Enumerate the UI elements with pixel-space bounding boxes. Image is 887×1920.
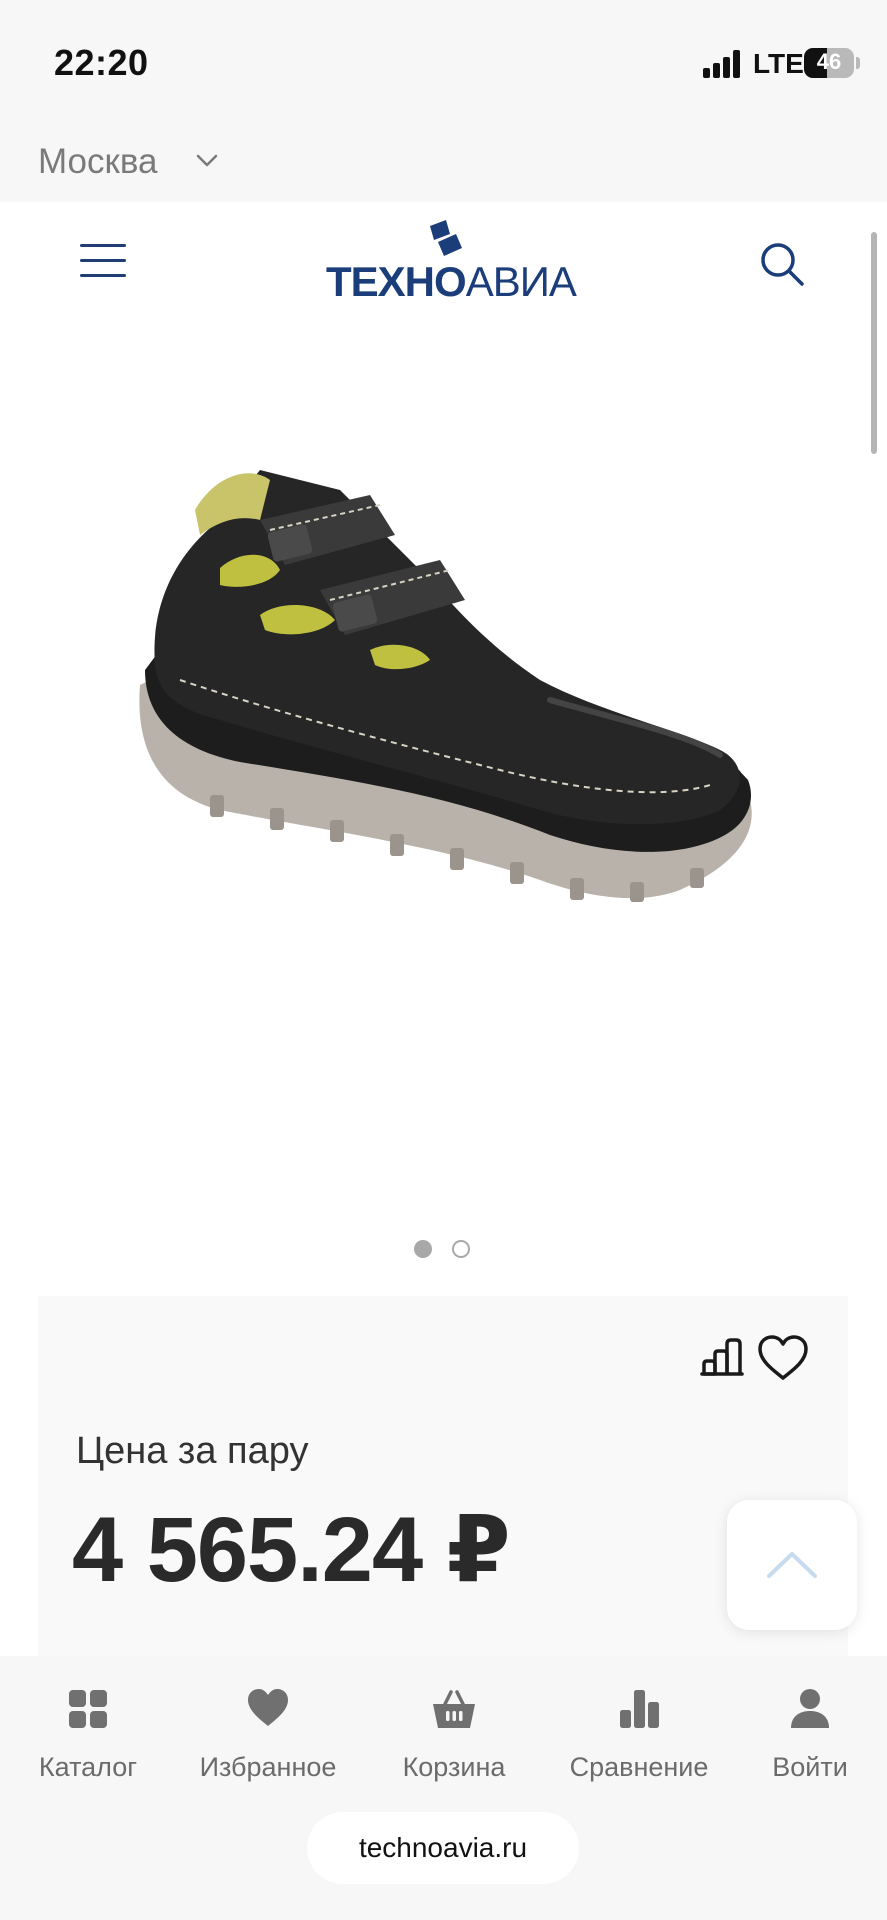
basket-icon xyxy=(433,1690,475,1728)
chevron-down-icon[interactable] xyxy=(196,154,218,168)
status-bar: 22:20 LTE 46 xyxy=(0,0,887,120)
logo-text-bold: ТЕХНО xyxy=(326,258,467,305)
search-icon[interactable] xyxy=(758,240,806,288)
nav-item-cart[interactable]: Корзина xyxy=(396,1686,512,1783)
cellular-signal-icon xyxy=(703,50,740,78)
gallery-dot-1[interactable] xyxy=(414,1240,432,1258)
chevron-up-icon xyxy=(767,1552,817,1578)
browser-url-bar[interactable]: technoavia.ru xyxy=(307,1812,579,1884)
gallery-pagination xyxy=(414,1240,474,1260)
site-logo[interactable]: ТЕХНОАВИА xyxy=(326,220,577,305)
user-icon xyxy=(791,1689,829,1728)
network-type: LTE xyxy=(753,48,804,79)
nav-item-catalog[interactable]: Каталог xyxy=(36,1686,140,1783)
nav-item-login[interactable]: Войти xyxy=(768,1686,852,1783)
logo-text-regular: АВИА xyxy=(465,258,577,305)
compare-icon[interactable] xyxy=(698,1334,752,1384)
heart-icon xyxy=(248,1689,288,1726)
price-label: Цена за пару xyxy=(76,1430,309,1472)
catalog-grid-icon xyxy=(69,1690,107,1728)
logo-mark-icon xyxy=(430,220,462,256)
bottom-navigation: Каталог Избранное Корзина Сравнение Войт… xyxy=(0,1656,887,1920)
nav-item-compare[interactable]: Сравнение xyxy=(566,1686,712,1783)
nav-item-favorites[interactable]: Избранное xyxy=(194,1686,342,1783)
city-name[interactable]: Москва xyxy=(38,142,158,182)
gallery-dot-2[interactable] xyxy=(452,1240,470,1258)
product-image[interactable] xyxy=(120,450,770,930)
compare-bars-icon xyxy=(620,1690,659,1728)
menu-icon[interactable] xyxy=(80,244,126,280)
battery-percent: 46 xyxy=(816,49,842,74)
status-time: 22:20 xyxy=(54,42,149,83)
nav-label-login: Войти xyxy=(772,1752,848,1782)
favorite-heart-icon[interactable] xyxy=(756,1334,810,1384)
nav-label-catalog: Каталог xyxy=(38,1752,138,1782)
nav-label-cart: Корзина xyxy=(402,1752,506,1782)
scroll-to-top-button[interactable] xyxy=(727,1500,857,1630)
product-price: 4 565.24 ₽ xyxy=(72,1499,511,1601)
city-selector[interactable]: Москва xyxy=(0,120,887,202)
nav-label-compare: Сравнение xyxy=(569,1752,709,1782)
nav-label-favorites: Избранное xyxy=(199,1752,337,1782)
site-header: ТЕХНОАВИА xyxy=(0,202,887,322)
logo-text: ТЕХНОАВИА xyxy=(326,258,577,306)
page-scrollbar[interactable] xyxy=(871,232,877,454)
battery-icon: 46 xyxy=(804,48,854,78)
battery-tip xyxy=(856,57,860,69)
